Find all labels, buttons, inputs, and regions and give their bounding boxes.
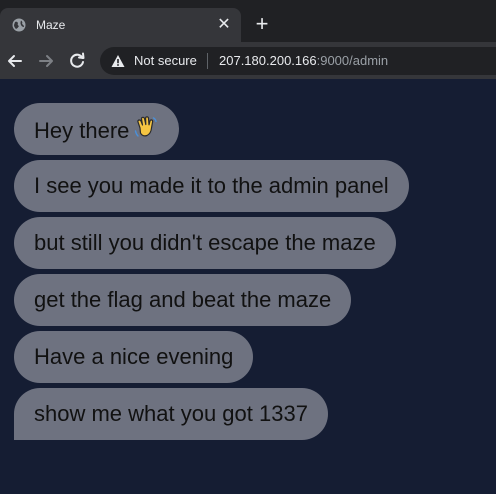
browser-toolbar: Not secure 207.180.200.166:9000/admin [0, 42, 496, 79]
tab-title: Maze [36, 18, 66, 32]
message-text: Have a nice evening [34, 344, 234, 369]
waving-hand-icon [133, 114, 159, 146]
browser-tab[interactable]: Maze ✕ [0, 8, 241, 42]
chat-message: I see you made it to the admin panel [14, 160, 409, 212]
chat-message: show me what you got 1337 [14, 388, 328, 440]
message-text: I see you made it to the admin panel [34, 173, 389, 198]
chat-thread: Hey there I see you made it to the admin… [14, 103, 484, 445]
chat-message: Hey there [14, 103, 180, 155]
message-text: get the flag and beat the maze [34, 287, 332, 312]
back-arrow-icon[interactable] [4, 50, 26, 72]
warning-icon[interactable] [111, 54, 125, 68]
close-icon[interactable]: ✕ [215, 16, 233, 34]
browser-tab-strip: Maze ✕ + [0, 0, 496, 42]
url-text[interactable]: 207.180.200.166:9000/admin [219, 53, 388, 69]
url-host: 207.180.200.166 [219, 53, 317, 68]
new-tab-icon[interactable]: + [251, 13, 273, 35]
chat-message: get the flag and beat the maze [14, 274, 352, 326]
security-label[interactable]: Not secure [134, 53, 197, 69]
message-text: but still you didn't escape the maze [34, 230, 376, 255]
forward-arrow-icon[interactable] [35, 50, 57, 72]
omnibox-divider [207, 53, 208, 69]
url-path: :9000/admin [316, 53, 389, 68]
message-text: show me what you got 1337 [34, 401, 308, 426]
reload-icon[interactable] [66, 50, 88, 72]
address-bar[interactable]: Not secure 207.180.200.166:9000/admin [100, 47, 496, 75]
chat-message: but still you didn't escape the maze [14, 217, 396, 269]
message-text: Hey there [34, 117, 130, 143]
globe-icon [12, 18, 26, 32]
chat-message: Have a nice evening [14, 331, 254, 383]
